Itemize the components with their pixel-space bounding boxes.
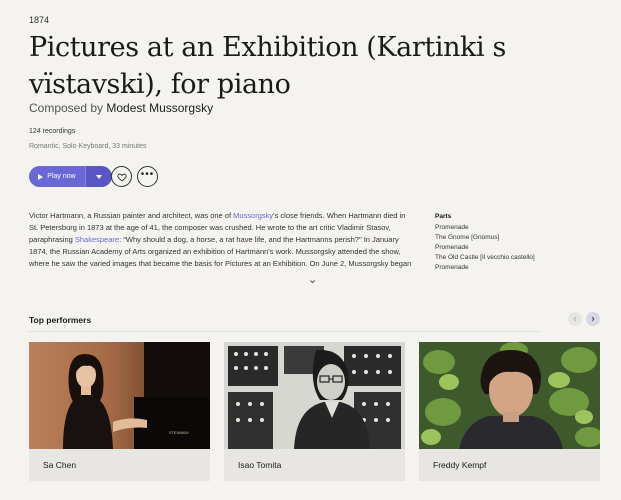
composer-name: Modest Mussorgsky [106, 101, 214, 115]
play-now-label: Play now [47, 173, 76, 180]
play-icon [38, 173, 44, 180]
performer-name: Isao Tomita [224, 449, 405, 481]
composed-by-label: Composed by [29, 101, 104, 115]
part-item[interactable]: Promenade [435, 243, 605, 253]
work-tags: Romantic, Solo Keyboard, 33 minutes [29, 143, 147, 150]
part-item[interactable]: Promenade [435, 263, 605, 273]
play-options-dropdown[interactable] [85, 166, 112, 187]
performer-name: Freddy Kempf [419, 449, 600, 481]
heart-icon [116, 173, 127, 181]
play-now-button[interactable]: Play now [29, 166, 85, 187]
performer-card[interactable]: Freddy Kempf [419, 342, 600, 481]
chevron-down-icon [96, 174, 102, 179]
chevron-right-icon [591, 316, 595, 322]
performer-card[interactable]: STEINWAY Sa Chen [29, 342, 210, 481]
work-description: Victor Hartmann, a Russian painter and a… [29, 210, 414, 272]
composer-link[interactable]: Mussorgsky [233, 211, 273, 220]
parts-list: Parts Promenade The Gnome [Gnomus] Prome… [435, 212, 605, 273]
chevron-left-icon [573, 316, 577, 322]
carousel-prev-button[interactable] [568, 312, 582, 326]
play-button-group: Play now [29, 166, 112, 187]
part-item[interactable]: The Gnome [Gnomus] [435, 233, 605, 243]
performer-photo: STEINWAY [29, 342, 210, 449]
carousel-next-button[interactable] [586, 312, 600, 326]
recordings-count: 124 recordings [29, 128, 76, 135]
performer-photo [419, 342, 600, 449]
more-icon: ••• [140, 169, 155, 180]
performer-card[interactable]: Isao Tomita [224, 342, 405, 481]
description-text: Victor Hartmann, a Russian painter and a… [29, 211, 234, 220]
performer-name: Sa Chen [29, 449, 210, 481]
favorite-button[interactable] [111, 166, 132, 187]
expand-description-chevron-icon[interactable] [309, 278, 316, 285]
shakespeare-link[interactable]: Shakespeare [75, 235, 119, 244]
part-item[interactable]: Promenade [435, 223, 605, 233]
composer-line: Composed by Modest Mussorgsky [29, 101, 213, 115]
section-divider [29, 331, 539, 332]
page-title: Pictures at an Exhibition (Kartinki s vï… [29, 32, 506, 100]
parts-heading: Parts [435, 213, 452, 220]
performer-photo [224, 342, 405, 449]
composition-year: 1874 [29, 15, 50, 25]
more-options-button[interactable]: ••• [137, 166, 158, 187]
piano-brand-text: STEINWAY [169, 430, 190, 435]
part-item[interactable]: The Old Castle [Il vecchio castello] [435, 253, 605, 263]
top-performers-heading: Top performers [29, 315, 92, 325]
